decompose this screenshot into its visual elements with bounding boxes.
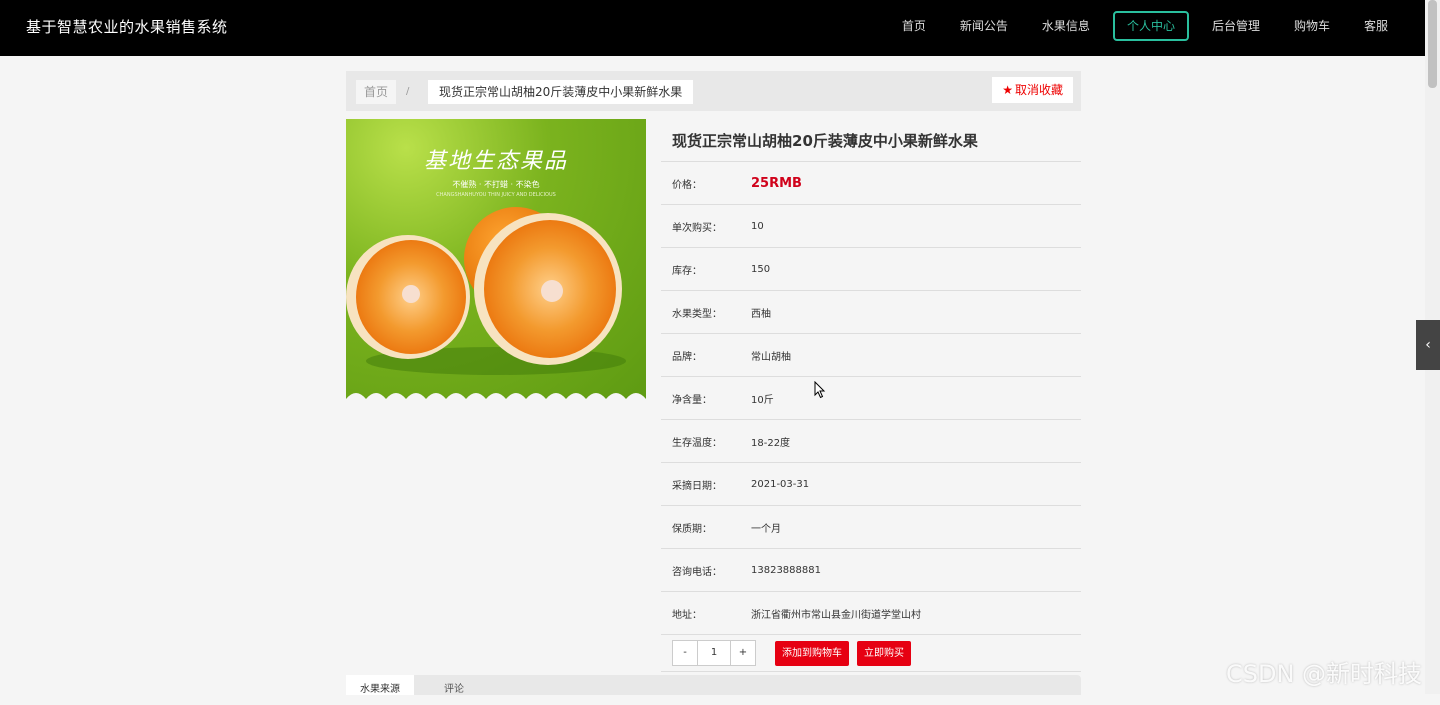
nav-item-news[interactable]: 新闻公告: [943, 11, 1025, 41]
buy-now-button[interactable]: 立即购买: [857, 640, 911, 666]
field-value: 西柚: [751, 308, 771, 320]
side-panel-toggle[interactable]: ‹: [1416, 320, 1440, 370]
breadcrumb: 首页 / 现货正宗常山胡柚20斤装薄皮中小果新鲜水果 ★ 取消收藏: [346, 71, 1081, 111]
top-navbar: 基于智慧农业的水果销售系统 首页 新闻公告 水果信息 个人中心 后台管理 购物车…: [0, 0, 1425, 56]
mouse-cursor-icon: [814, 381, 826, 399]
field-row-price: 价格： 25RMB: [661, 162, 1081, 205]
watermark: CSDN @新时科技: [1226, 660, 1423, 688]
field-value: 浙江省衢州市常山县金川街道学堂山村: [751, 609, 921, 621]
field-value: 常山胡柚: [751, 351, 791, 363]
price-value: 25RMB: [751, 175, 802, 191]
scroll-thumb[interactable]: [1428, 0, 1437, 88]
product-name: 现货正宗常山胡柚20斤装薄皮中小果新鲜水果: [661, 119, 1081, 162]
field-row-address: 地址： 浙江省衢州市常山县金川街道学堂山村: [661, 592, 1081, 635]
field-label: 单次购买：: [672, 222, 722, 234]
field-value: 10: [751, 220, 764, 232]
field-row-single-purchase: 单次购买： 10: [661, 205, 1081, 248]
field-value: 一个月: [751, 523, 781, 535]
field-row-fruit-type: 水果类型： 西柚: [661, 291, 1081, 334]
field-label: 库存：: [672, 265, 702, 277]
field-value: 13823888881: [751, 564, 821, 576]
unfavorite-label: 取消收藏: [1014, 83, 1063, 97]
field-row-pick-date: 采摘日期： 2021-03-31: [661, 463, 1081, 506]
field-label: 生存温度：: [672, 437, 722, 449]
product-detail: 现货正宗常山胡柚20斤装薄皮中小果新鲜水果 价格： 25RMB 单次购买： 10 库…: [661, 119, 1081, 672]
field-label: 价格：: [672, 179, 702, 191]
unfavorite-button[interactable]: ★ 取消收藏: [992, 77, 1073, 103]
field-label: 净含量：: [672, 394, 712, 406]
star-icon: ★: [1002, 83, 1013, 97]
site-title[interactable]: 基于智慧农业的水果销售系统: [26, 16, 228, 37]
nav-item-admin[interactable]: 后台管理: [1195, 11, 1277, 41]
nav-item-home[interactable]: 首页: [885, 11, 943, 41]
quantity-decrease-button[interactable]: -: [673, 641, 697, 665]
field-label: 保质期：: [672, 523, 712, 535]
breadcrumb-separator: /: [406, 86, 410, 97]
product-image: 基地生态果品 不催熟 · 不打蜡 · 不染色 CHANGSHANHUYOU TH…: [346, 119, 646, 409]
breadcrumb-current: 现货正宗常山胡柚20斤装薄皮中小果新鲜水果: [428, 80, 694, 104]
field-row-brand: 品牌： 常山胡柚: [661, 334, 1081, 377]
field-label: 品牌：: [672, 351, 702, 363]
field-value: 150: [751, 263, 771, 275]
field-label: 水果类型：: [672, 308, 722, 320]
tab-comments[interactable]: 评论: [430, 675, 478, 695]
purchase-row: - 1 + 添加到购物车 立即购买: [661, 635, 1081, 672]
breadcrumb-home[interactable]: 首页: [356, 80, 397, 104]
field-value: 2021-03-31: [751, 478, 810, 490]
chevron-left-icon: ‹: [1425, 337, 1431, 353]
quantity-increase-button[interactable]: +: [731, 641, 755, 665]
field-value: 18-22度: [751, 437, 791, 449]
field-label: 采摘日期：: [672, 480, 722, 492]
nav-item-fruit-info[interactable]: 水果信息: [1025, 11, 1107, 41]
quantity-stepper: - 1 +: [672, 640, 756, 666]
field-row-phone: 咨询电话： 13823888881: [661, 549, 1081, 592]
nav-item-support[interactable]: 客服: [1347, 11, 1405, 41]
field-label: 咨询电话：: [672, 566, 722, 578]
field-row-temperature: 生存温度： 18-22度: [661, 420, 1081, 463]
nav-item-personal-center[interactable]: 个人中心: [1112, 11, 1189, 41]
quantity-input[interactable]: 1: [697, 641, 731, 665]
tab-fruit-source[interactable]: 水果来源: [346, 675, 414, 695]
field-row-shelf-life: 保质期： 一个月: [661, 506, 1081, 549]
orange-illustration: [346, 207, 646, 409]
nav-item-cart[interactable]: 购物车: [1277, 11, 1347, 41]
field-value: 10斤: [751, 394, 774, 406]
field-label: 地址：: [672, 609, 702, 621]
field-row-stock: 库存： 150: [661, 248, 1081, 291]
add-to-cart-button[interactable]: 添加到购物车: [775, 640, 849, 666]
field-row-net-weight: 净含量： 10斤: [661, 377, 1081, 420]
nav-menu: 首页 新闻公告 水果信息 个人中心 后台管理 购物车 客服: [885, 11, 1405, 41]
detail-tabs: 水果来源 评论: [346, 675, 1081, 695]
